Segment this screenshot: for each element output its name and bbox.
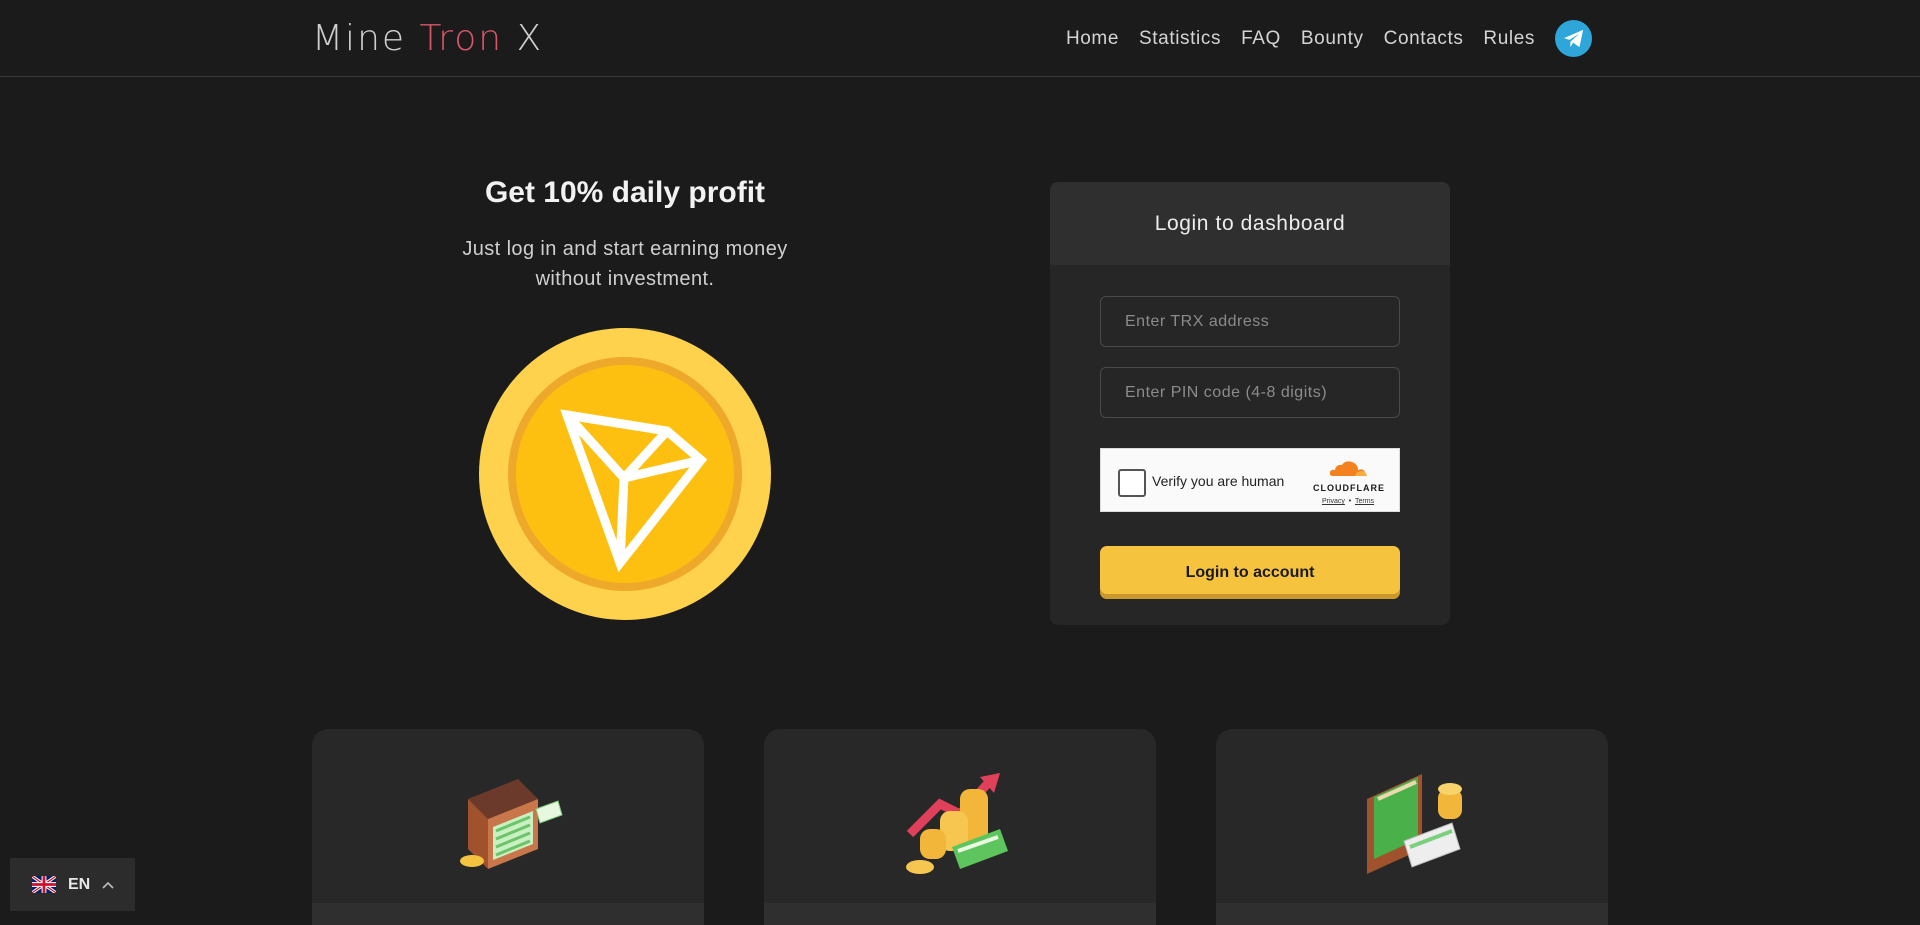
main-nav: Home Statistics FAQ Bounty Contacts Rule…: [1066, 20, 1592, 57]
hero-subtitle: Just log in and start earning money with…: [462, 238, 788, 290]
cloudflare-captcha: Verify you are human CLOUDFLARE Privacy …: [1100, 448, 1400, 512]
chevron-up-icon: [102, 881, 114, 889]
feature-card-3: [1216, 729, 1608, 925]
cloudflare-wordmark: CLOUDFLARE: [1313, 483, 1385, 493]
wallet-cash-icon: [1367, 774, 1462, 874]
login-card-title: Login to dashboard: [1050, 182, 1450, 265]
language-code: EN: [68, 875, 91, 893]
site-logo[interactable]: Mine Tron X: [312, 18, 543, 59]
nav-bounty[interactable]: Bounty: [1301, 28, 1364, 50]
captcha-terms-link[interactable]: Terms: [1355, 498, 1374, 505]
captcha-label: Verify you are human: [1152, 473, 1285, 489]
feature-card-2-footer: [764, 903, 1156, 925]
feature-card-1: [312, 729, 704, 925]
captcha-separator: •: [1348, 498, 1352, 505]
uk-flag-icon: [32, 876, 56, 893]
cloudflare-logo: CLOUDFLARE Privacy • Terms: [1313, 459, 1385, 505]
hero-title: Get 10% daily profit: [484, 176, 766, 209]
trx-address-input[interactable]: [1100, 296, 1400, 347]
tron-coin-icon: [479, 328, 771, 620]
growing-coins-icon: [906, 773, 1008, 874]
nav-statistics[interactable]: Statistics: [1139, 28, 1221, 50]
pin-code-input[interactable]: [1100, 367, 1400, 418]
feature-card-3-footer: [1216, 903, 1608, 925]
captcha-privacy-link[interactable]: Privacy: [1322, 498, 1345, 505]
telegram-icon[interactable]: [1555, 20, 1592, 57]
nav-contacts[interactable]: Contacts: [1384, 28, 1464, 50]
login-button[interactable]: Login to account: [1100, 546, 1400, 599]
nav-faq[interactable]: FAQ: [1241, 28, 1281, 50]
language-switcher[interactable]: EN: [10, 858, 135, 911]
nav-home[interactable]: Home: [1066, 28, 1119, 50]
captcha-links: Privacy • Terms: [1313, 498, 1383, 505]
feature-card-1-footer: [312, 903, 704, 925]
site-header: Mine Tron X Home Statistics FAQ Bounty C…: [0, 0, 1920, 77]
captcha-checkbox[interactable]: [1118, 469, 1146, 497]
login-card: Login to dashboard Verify you are human …: [1050, 182, 1450, 625]
nav-rules[interactable]: Rules: [1483, 28, 1535, 50]
feature-card-2: [764, 729, 1156, 925]
cloudflare-cloud-icon: [1329, 461, 1367, 476]
money-briefcase-icon: [460, 779, 563, 869]
